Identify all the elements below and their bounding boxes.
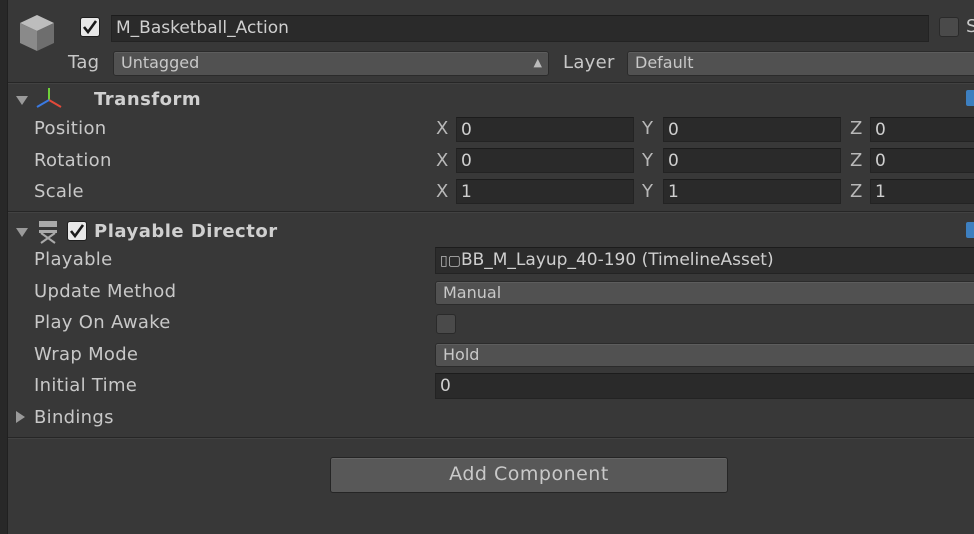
rotation-x-axis: X [436, 150, 449, 171]
help-book-icon[interactable] [966, 222, 974, 238]
scale-label: Scale [34, 181, 84, 202]
rotation-y-axis: Y [642, 150, 653, 171]
rotation-x-input[interactable]: 0 [456, 148, 634, 173]
director-enabled-checkbox[interactable] [67, 221, 87, 241]
object-name-input[interactable]: M_Basketball_Action [111, 15, 929, 42]
transform-title: Transform [94, 89, 202, 110]
tag-label: Tag [68, 52, 100, 73]
inspector-left-edge [0, 0, 8, 534]
bindings-foldout-arrow[interactable] [16, 411, 25, 423]
rotation-label: Rotation [34, 150, 112, 171]
playable-label: Playable [34, 249, 113, 270]
initial-time-input[interactable]: 0 [435, 373, 974, 399]
active-checkbox[interactable] [80, 17, 100, 37]
scale-z-axis: Z [850, 181, 863, 202]
scale-x-input[interactable]: 1 [456, 179, 634, 204]
scale-x-axis: X [436, 181, 449, 202]
position-z-input[interactable]: 0 [870, 117, 974, 142]
updown-arrow-icon: ▲ [533, 56, 542, 69]
help-book-icon[interactable] [966, 90, 974, 106]
director-title: Playable Director [94, 221, 278, 242]
play-on-awake-label: Play On Awake [34, 312, 171, 333]
checkmark-icon [82, 20, 98, 35]
position-y-axis: Y [642, 118, 653, 139]
wrap-mode-label: Wrap Mode [34, 344, 139, 365]
section-divider [8, 211, 974, 213]
rotation-z-input[interactable]: 0 [870, 148, 974, 173]
timeline-asset-icon: ▯▢ [440, 253, 461, 269]
position-x-input[interactable]: 0 [456, 117, 634, 142]
scale-z-input[interactable]: 1 [870, 179, 974, 204]
gameobject-cube-icon [20, 15, 54, 51]
rotation-z-axis: Z [850, 150, 863, 171]
static-checkbox[interactable] [939, 17, 959, 37]
position-x-axis: X [436, 118, 449, 139]
transform-foldout-arrow[interactable] [16, 96, 28, 105]
checkmark-icon [69, 224, 85, 239]
position-y-input[interactable]: 0 [663, 117, 841, 142]
initial-time-label: Initial Time [34, 375, 138, 396]
rotation-y-input[interactable]: 0 [663, 148, 841, 173]
scale-y-axis: Y [642, 181, 653, 202]
layer-dropdown[interactable]: Default [627, 51, 974, 76]
wrap-mode-dropdown[interactable]: Hold [435, 343, 974, 367]
director-chair-icon [39, 221, 57, 244]
play-on-awake-checkbox[interactable] [436, 314, 456, 334]
static-label: S [966, 16, 974, 37]
transform-axes-icon [36, 88, 62, 108]
update-method-label: Update Method [34, 281, 177, 302]
layer-label: Layer [563, 52, 615, 73]
playable-object-field[interactable]: ▯▢BB_M_Layup_40-190 (TimelineAsset) [435, 247, 974, 274]
tag-value: Untagged [121, 53, 200, 72]
update-method-dropdown[interactable]: Manual [435, 281, 974, 305]
position-z-axis: Z [850, 118, 863, 139]
add-component-button[interactable]: Add Component [330, 457, 728, 493]
section-divider [8, 82, 974, 84]
scale-y-input[interactable]: 1 [663, 179, 841, 204]
playable-value: BB_M_Layup_40-190 (TimelineAsset) [460, 250, 774, 270]
bindings-label[interactable]: Bindings [34, 407, 114, 428]
section-divider [8, 437, 974, 439]
tag-dropdown[interactable]: Untagged ▲ [113, 51, 549, 76]
position-label: Position [34, 118, 107, 139]
director-foldout-arrow[interactable] [16, 228, 28, 237]
